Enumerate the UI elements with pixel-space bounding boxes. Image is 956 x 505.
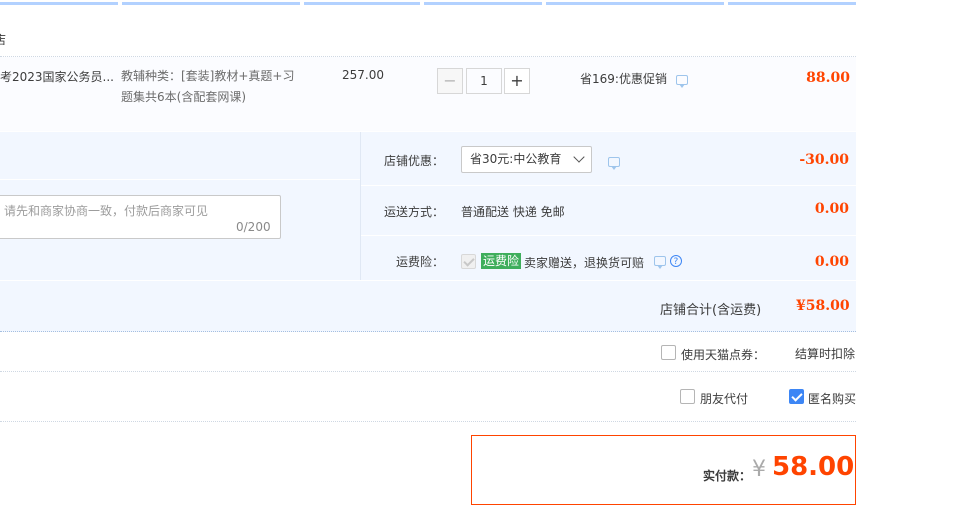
insurance-help[interactable]: ? bbox=[654, 253, 682, 269]
shop-total-value: ¥58.00 bbox=[796, 298, 850, 314]
chat-icon[interactable] bbox=[675, 74, 688, 88]
shop-coupon-label: 店铺优惠： bbox=[383, 154, 444, 168]
shop-coupon-select[interactable]: 省30元:中公教育 bbox=[461, 146, 592, 173]
shipping-insurance-text: 卖家赠送，退换货可赔 bbox=[524, 256, 645, 270]
divider bbox=[0, 179, 360, 180]
item-promotion: 省169:优惠促销 bbox=[580, 70, 688, 88]
chevron-down-icon bbox=[573, 151, 585, 163]
header-accent-bar bbox=[0, 0, 856, 5]
divider bbox=[0, 371, 856, 372]
final-payment-currency: ¥ bbox=[752, 457, 766, 482]
shipping-insurance-label: 运费险： bbox=[395, 255, 444, 269]
chat-icon[interactable] bbox=[608, 156, 620, 170]
shipping-insurance-checkbox bbox=[461, 254, 476, 269]
shipping-insurance-amount: 0.00 bbox=[814, 254, 849, 270]
chat-icon[interactable] bbox=[654, 255, 666, 269]
final-payment-amount: 58.00 bbox=[772, 452, 855, 482]
friend-pay-label: 朋友代付 bbox=[700, 392, 749, 406]
divider bbox=[361, 235, 856, 236]
item-sku-info: 教辅种类：[套装]教材+真题+习题集共6本(含配套网课) bbox=[121, 69, 295, 104]
friend-pay-checkbox[interactable] bbox=[680, 389, 695, 404]
divider bbox=[0, 421, 856, 422]
tmall-points-note: 结算时扣除 bbox=[795, 347, 856, 361]
item-subtotal: 88.00 bbox=[806, 70, 850, 86]
shop-coupon-amount: -30.00 bbox=[799, 152, 849, 168]
item-title-link[interactable]: 考2023国家公务员... bbox=[0, 68, 115, 85]
item-unit-price: 257.00 bbox=[342, 68, 384, 82]
final-payment-label: 实付款： bbox=[703, 469, 752, 483]
help-icon[interactable]: ? bbox=[669, 254, 682, 267]
divider bbox=[361, 185, 856, 186]
anonymous-purchase-label: 匿名购买 bbox=[808, 392, 857, 406]
item-promo-text: 省169:优惠促销 bbox=[580, 72, 667, 86]
anonymous-purchase-checkbox[interactable] bbox=[789, 389, 804, 404]
tmall-points-label: 使用天猫点券： bbox=[681, 348, 766, 362]
shipping-amount: 0.00 bbox=[814, 201, 849, 217]
shipping-insurance-badge: 运费险 bbox=[481, 253, 522, 269]
quantity-increase-button[interactable]: + bbox=[504, 68, 530, 94]
shipping-label: 运送方式： bbox=[383, 205, 444, 219]
shipping-method: 普通配送 快递 免邮 bbox=[461, 205, 565, 219]
quantity-decrease-button[interactable]: − bbox=[437, 68, 463, 94]
shop-coupon-selected: 省30元:中公教育 bbox=[470, 152, 562, 166]
buyer-message-counter: 0/200 bbox=[236, 220, 271, 234]
divider bbox=[360, 132, 361, 280]
shop-total-label: 店铺合计(含运费) bbox=[660, 303, 762, 318]
shop-name[interactable]: 店 bbox=[0, 31, 6, 48]
buyer-message-placeholder: 请先和商家协商一致，付款后商家可见 bbox=[4, 204, 209, 218]
tmall-points-checkbox[interactable] bbox=[661, 345, 676, 360]
quantity-input[interactable]: 1 bbox=[466, 68, 502, 94]
